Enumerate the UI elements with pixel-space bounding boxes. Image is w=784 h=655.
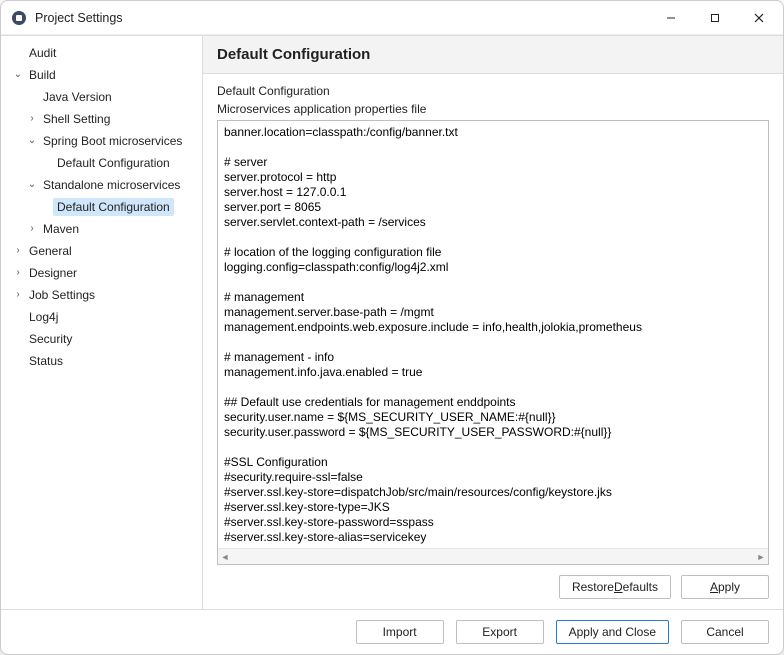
tree-item-label: Spring Boot microservices	[39, 132, 186, 150]
properties-file-label: Microservices application properties fil…	[217, 100, 769, 118]
tree-item-label: Designer	[25, 264, 81, 282]
maximize-button[interactable]	[693, 3, 737, 33]
tree-item-java-version[interactable]: Java Version	[1, 88, 202, 106]
tree-item-label: Audit	[25, 44, 60, 62]
apply-and-close-button[interactable]: Apply and Close	[556, 620, 669, 644]
tree-item-label: Java Version	[39, 88, 116, 106]
form-area: Default Configuration Microservices appl…	[203, 74, 783, 609]
titlebar: Project Settings	[1, 1, 783, 35]
properties-editor[interactable]	[218, 121, 768, 548]
properties-editor-container: ◄ ►	[217, 120, 769, 565]
restore-defaults-button[interactable]: Restore Defaults	[559, 575, 671, 599]
cancel-button[interactable]: Cancel	[681, 620, 769, 644]
form-button-row: Restore Defaults Apply	[217, 565, 769, 599]
tree-item-standalone[interactable]: ⌄Standalone microservices	[1, 176, 202, 194]
close-button[interactable]	[737, 3, 781, 33]
app-icon	[11, 10, 27, 26]
tree-item-security[interactable]: Security	[1, 330, 202, 348]
scroll-right-icon[interactable]: ►	[756, 552, 766, 562]
apply-button[interactable]: Apply	[681, 575, 769, 599]
tree-item-designer[interactable]: ›Designer	[1, 264, 202, 282]
tree-item-status[interactable]: Status	[1, 352, 202, 370]
tree-item-label: Job Settings	[25, 286, 99, 304]
window-title: Project Settings	[35, 11, 649, 25]
tree-item-shell-setting[interactable]: ›Shell Setting	[1, 110, 202, 128]
tree-item-label: Log4j	[25, 308, 62, 326]
tree-item-build[interactable]: ⌄Build	[1, 66, 202, 84]
tree-item-audit[interactable]: Audit	[1, 44, 202, 62]
chevron-down-icon[interactable]: ⌄	[25, 177, 39, 193]
chevron-right-icon[interactable]: ›	[11, 287, 25, 303]
tree-item-label: Security	[25, 330, 76, 348]
tree-item-general[interactable]: ›General	[1, 242, 202, 260]
tree-item-label: Build	[25, 66, 60, 84]
tree-item-label: General	[25, 242, 76, 260]
settings-tree: Audit⌄BuildJava Version›Shell Setting⌄Sp…	[1, 36, 203, 609]
tree-item-label: Shell Setting	[39, 110, 114, 128]
import-button[interactable]: Import	[356, 620, 444, 644]
tree-item-label: Standalone microservices	[39, 176, 184, 194]
tree-item-label: Default Configuration	[53, 198, 174, 216]
chevron-right-icon[interactable]: ›	[11, 265, 25, 281]
tree-item-maven[interactable]: ›Maven	[1, 220, 202, 238]
minimize-button[interactable]	[649, 3, 693, 33]
tree-item-log4j[interactable]: Log4j	[1, 308, 202, 326]
dialog-button-bar: Import Export Apply and Close Cancel	[1, 609, 783, 654]
horizontal-scrollbar[interactable]: ◄ ►	[218, 548, 768, 564]
chevron-down-icon[interactable]: ⌄	[25, 133, 39, 149]
scroll-left-icon[interactable]: ◄	[220, 552, 230, 562]
tree-item-spring-default-config[interactable]: Default Configuration	[1, 154, 202, 172]
tree-item-spring-boot[interactable]: ⌄Spring Boot microservices	[1, 132, 202, 150]
project-settings-window: Project Settings Audit⌄BuildJava Version…	[0, 0, 784, 655]
section-subheading: Default Configuration	[217, 82, 769, 100]
chevron-down-icon[interactable]: ⌄	[11, 67, 25, 83]
tree-item-label: Maven	[39, 220, 83, 238]
tree-item-standalone-default-config[interactable]: Default Configuration	[1, 198, 202, 216]
tree-item-label: Status	[25, 352, 67, 370]
tree-item-job-settings[interactable]: ›Job Settings	[1, 286, 202, 304]
chevron-right-icon[interactable]: ›	[25, 221, 39, 237]
chevron-right-icon[interactable]: ›	[11, 243, 25, 259]
page-title: Default Configuration	[203, 36, 783, 74]
chevron-right-icon[interactable]: ›	[25, 111, 39, 127]
main-panel: Default Configuration Default Configurat…	[203, 36, 783, 609]
dialog-body: Audit⌄BuildJava Version›Shell Setting⌄Sp…	[1, 35, 783, 609]
export-button[interactable]: Export	[456, 620, 544, 644]
tree-item-label: Default Configuration	[53, 154, 174, 172]
